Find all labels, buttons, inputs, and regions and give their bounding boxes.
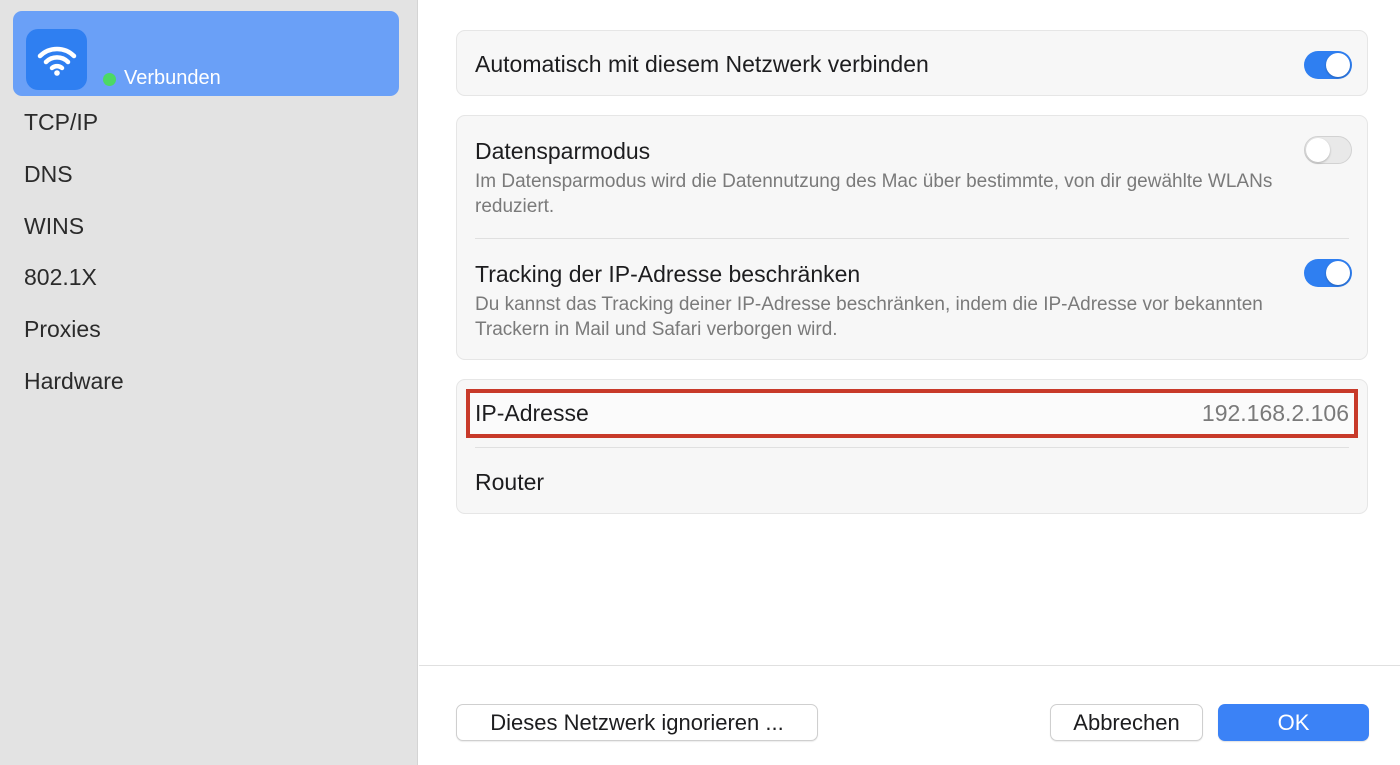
wifi-network-item[interactable]: Verbunden [13,11,399,96]
sidebar-item-hardware[interactable]: Hardware [24,356,124,408]
forget-network-button[interactable]: Dieses Netzwerk ignorieren ... [456,704,818,741]
low-data-mode-description: Im Datensparmodus wird die Datennutzung … [475,171,1273,217]
auto-join-card: Automatisch mit diesem Netzwerk verbinde… [456,30,1368,96]
router-label: Router [475,469,545,495]
sidebar-item-wins[interactable]: WINS [24,201,124,253]
toggle-knob [1326,53,1350,77]
ip-address-value: 192.168.2.106 [1201,400,1349,426]
low-data-mode-toggle[interactable] [1304,136,1352,164]
sidebar-item-tcpip[interactable]: TCP/IP [24,97,124,149]
limit-ip-tracking-toggle[interactable] [1304,259,1352,287]
network-info-card: IP-Adresse 192.168.2.106 Router [456,379,1368,514]
row-divider [475,447,1349,448]
privacy-options-card: Datensparmodus Im Datensparmodus wird di… [456,115,1368,360]
ip-address-label: IP-Adresse [475,400,589,426]
sidebar-item-proxies[interactable]: Proxies [24,304,124,356]
low-data-mode-label: Datensparmodus [475,138,651,164]
toggle-knob [1326,261,1350,285]
footer-divider [419,665,1400,666]
sidebar-nav: TCP/IP DNS WINS 802.1X Proxies Hardware [24,97,124,408]
toggle-knob [1306,138,1330,162]
sidebar: Verbunden TCP/IP DNS WINS 802.1X Proxies… [0,0,418,765]
sidebar-item-dns[interactable]: DNS [24,149,124,201]
limit-ip-tracking-description: Du kannst das Tracking deiner IP-Adresse… [475,294,1263,340]
cancel-button[interactable]: Abbrechen [1050,704,1203,741]
sidebar-item-8021x[interactable]: 802.1X [24,252,124,304]
auto-join-toggle[interactable] [1304,51,1352,79]
auto-join-label: Automatisch mit diesem Netzwerk verbinde… [475,51,929,77]
settings-pane: Automatisch mit diesem Netzwerk verbinde… [419,0,1400,765]
wifi-icon [26,29,87,90]
limit-ip-tracking-label: Tracking der IP-Adresse beschränken [475,261,861,287]
ok-button[interactable]: OK [1218,704,1369,741]
connection-status-label: Verbunden [124,67,221,89]
row-divider [475,238,1349,239]
connected-status-dot [103,73,116,86]
